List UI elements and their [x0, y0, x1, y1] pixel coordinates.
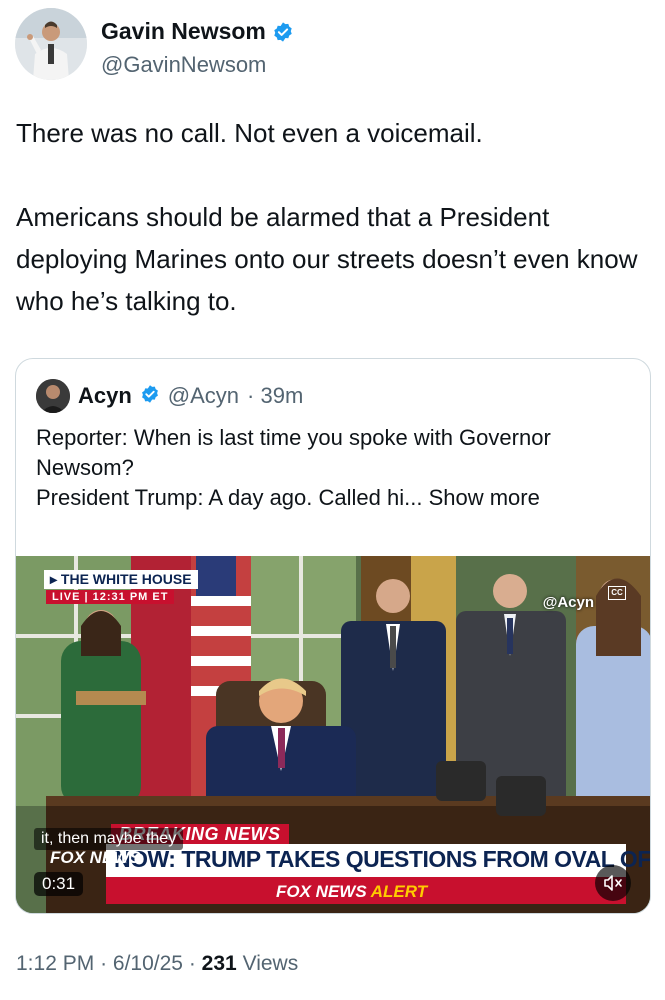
separator: · [100, 952, 108, 975]
quote-line-2: President Trump: A day ago. Called hi... [36, 485, 423, 510]
quoted-tweet-card[interactable]: Acyn @Acyn · 39m Reporter: When is last … [15, 358, 651, 914]
closed-captions-icon[interactable]: CC [608, 586, 626, 600]
alert-suffix: ALERT [370, 882, 428, 901]
channel-logo: FOX NEWS [50, 848, 141, 867]
live-tag: LIVE | 12:31 PM ET [46, 590, 175, 604]
quote-body: Reporter: When is last time you spoke wi… [36, 423, 636, 513]
author-name[interactable]: Gavin Newsom [101, 18, 266, 45]
author-avatar[interactable] [15, 8, 87, 80]
post-time[interactable]: 1:12 PM [16, 952, 94, 975]
tweet-line-2: Americans should be alarmed that a Presi… [16, 202, 638, 316]
location-label: ▸ THE WHITE HOUSE [44, 570, 198, 589]
views-count[interactable]: 231 [202, 952, 237, 975]
quote-line-1: Reporter: When is last time you spoke wi… [36, 425, 551, 480]
quote-author-handle[interactable]: @Acyn [168, 383, 239, 409]
alert-text: FOX NEWS ALERT [276, 882, 427, 902]
watermark: @Acyn [542, 594, 594, 611]
quote-author-avatar [36, 379, 70, 413]
verified-badge-icon [272, 21, 294, 43]
video-duration: 0:31 [34, 872, 84, 896]
show-more-link[interactable]: Show more [429, 485, 540, 510]
tweet-header: Gavin Newsom @GavinNewsom [15, 8, 645, 80]
separator: · [188, 952, 196, 975]
quote-time: · 39m [247, 383, 304, 408]
headline-text: NOW: TRUMP TAKES QUESTIONS FROM OVAL OFF… [114, 846, 651, 872]
video-player[interactable]: ▸ THE WHITE HOUSE LIVE | 12:31 PM ET @Ac… [16, 556, 651, 913]
quote-verified-badge-icon [140, 384, 160, 409]
location-label-text: THE WHITE HOUSE [60, 571, 192, 587]
quote-author-name[interactable]: Acyn [78, 383, 132, 409]
tweet-body: There was no call. Not even a voicemail.… [16, 112, 646, 322]
video-caption: it, then maybe they [34, 828, 184, 850]
tweet-line-1: There was no call. Not even a voicemail. [16, 118, 483, 148]
tweet-meta: 1:12 PM · 6/10/25 · 231 Views [16, 952, 298, 976]
speaker-muted-icon[interactable] [595, 865, 631, 901]
post-date[interactable]: 6/10/25 [113, 952, 183, 975]
alert-prefix: FOX NEWS [276, 882, 367, 901]
views-label: Views [242, 952, 299, 975]
author-handle[interactable]: @GavinNewsom [101, 52, 266, 78]
